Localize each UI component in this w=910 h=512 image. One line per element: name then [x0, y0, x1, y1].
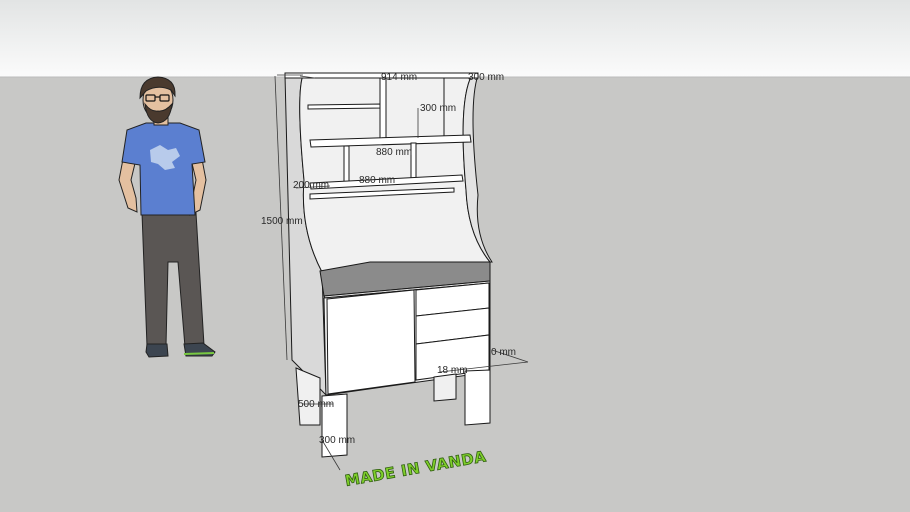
mid-divider-left[interactable]	[343, 145, 350, 184]
figure-left-shoe	[145, 343, 169, 358]
sky	[0, 0, 910, 77]
dim-board-thickness: 18 mm	[437, 365, 468, 376]
dim-shelf-width-1: 880 mm	[376, 147, 412, 158]
dim-leg-depth: 300 mm	[319, 435, 355, 446]
dim-top-width: 914 mm	[381, 72, 417, 83]
cabinet-door[interactable]	[326, 289, 416, 395]
dim-shelf-gap: 200 mm	[293, 180, 329, 191]
figure-shoe-sole	[183, 352, 215, 355]
dim-upper-shelf-height: 300 mm	[420, 103, 456, 114]
dim-top-depth: 300 mm	[468, 72, 504, 83]
sketchup-viewport[interactable]: 914 mm 300 mm 300 mm 880 mm 880 mm 200 m…	[0, 0, 910, 512]
dim-right-depth: 0 mm	[491, 347, 516, 358]
dim-total-height: 1500 mm	[261, 216, 303, 227]
leg-back-left[interactable]	[295, 367, 321, 426]
leg-front-right[interactable]	[464, 369, 491, 426]
leg-back-right[interactable]	[433, 373, 457, 402]
dim-leg-height: 500 mm	[298, 399, 334, 410]
upper-divider[interactable]	[379, 77, 387, 142]
dim-shelf-width-2: 880 mm	[359, 175, 395, 186]
upper-left-shelf[interactable]	[307, 103, 383, 110]
